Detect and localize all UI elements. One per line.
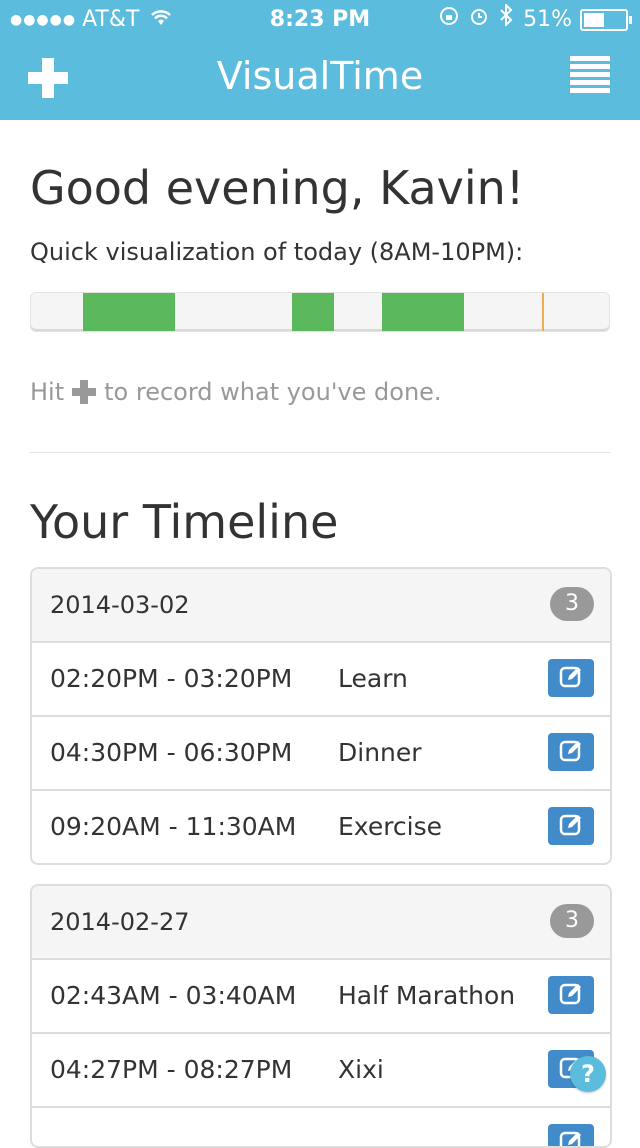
hint-text-after: to record what you've done. xyxy=(104,378,442,406)
timeline-entry: 04:27PM - 08:27PM Xixi xyxy=(32,1034,610,1108)
status-bar: ●●●●● AT&T 8:23 PM 51% xyxy=(0,0,640,40)
group-header[interactable]: 2014-03-02 3 xyxy=(32,569,610,643)
entry-activity: Learn xyxy=(338,664,408,693)
entry-activity: Half Marathon xyxy=(338,981,516,1010)
app-title: VisualTime xyxy=(216,54,424,98)
count-badge: 3 xyxy=(550,587,594,621)
divider xyxy=(30,452,610,453)
edit-button[interactable] xyxy=(548,733,594,771)
record-hint: Hit to record what you've done. xyxy=(30,376,442,408)
entry-time: 02:43AM - 03:40AM xyxy=(50,981,297,1010)
bluetooth-icon xyxy=(499,0,513,40)
help-button[interactable]: ? xyxy=(570,1056,606,1092)
timeline-entry: 04:30PM - 06:30PM Dinner xyxy=(32,717,610,791)
entry-time: 04:30PM - 06:30PM xyxy=(50,738,293,767)
edit-icon xyxy=(558,737,584,767)
top-bar: ●●●●● AT&T 8:23 PM 51% VisualTime xyxy=(0,0,640,120)
current-time-marker xyxy=(542,293,545,331)
timeline-group: 2014-03-02 3 02:20PM - 03:20PM Learn 04:… xyxy=(30,567,612,865)
menu-icon-line xyxy=(570,64,610,69)
day-progress-bar xyxy=(30,292,610,332)
entry-activity: Exercise xyxy=(338,812,443,841)
edit-button[interactable] xyxy=(548,659,594,697)
entry-time: 09:20AM - 11:30AM xyxy=(50,812,297,841)
edit-button[interactable] xyxy=(548,1124,594,1146)
battery-percent: 51% xyxy=(523,7,572,32)
quick-viz-label: Quick visualization of today (8AM-10PM): xyxy=(30,238,524,266)
group-header[interactable]: 2014-02-27 3 xyxy=(32,886,610,960)
activity-segment xyxy=(381,293,465,331)
hint-text-before: Hit xyxy=(30,378,65,406)
greeting-heading: Good evening, Kavin! xyxy=(30,161,525,215)
entry-activity: Dinner xyxy=(338,738,422,767)
count-badge: 3 xyxy=(550,904,594,938)
timeline-entry xyxy=(32,1108,610,1146)
group-date: 2014-02-27 xyxy=(50,908,190,936)
battery-icon xyxy=(580,9,632,31)
menu-icon-line xyxy=(570,72,610,77)
edit-icon xyxy=(558,1128,584,1146)
timeline-entry: 09:20AM - 11:30AM Exercise xyxy=(32,791,610,863)
edit-button[interactable] xyxy=(548,976,594,1014)
menu-icon-line xyxy=(570,56,610,61)
menu-button[interactable] xyxy=(570,56,610,96)
activity-segment xyxy=(292,293,334,331)
entry-activity: Xixi xyxy=(338,1055,384,1084)
timeline-entry: 02:43AM - 03:40AM Half Marathon xyxy=(32,960,610,1034)
menu-icon-line xyxy=(570,80,610,85)
plus-icon xyxy=(72,380,97,404)
menu-icon-line xyxy=(570,88,610,93)
status-right: 51% xyxy=(429,0,632,40)
nav-bar: VisualTime xyxy=(0,40,640,120)
edit-icon xyxy=(558,811,584,841)
alarm-icon xyxy=(469,0,489,40)
timeline-title: Your Timeline xyxy=(30,495,339,549)
edit-icon xyxy=(558,663,584,693)
edit-button[interactable] xyxy=(548,807,594,845)
entry-time: 04:27PM - 08:27PM xyxy=(50,1055,293,1084)
timeline-group: 2014-02-27 3 02:43AM - 03:40AM Half Mara… xyxy=(30,884,612,1148)
activity-segment xyxy=(83,293,176,331)
timeline-entry: 02:20PM - 03:20PM Learn xyxy=(32,643,610,717)
edit-icon xyxy=(558,980,584,1010)
entry-time: 02:20PM - 03:20PM xyxy=(50,664,293,693)
group-date: 2014-03-02 xyxy=(50,591,190,619)
rotation-lock-icon xyxy=(439,0,459,40)
